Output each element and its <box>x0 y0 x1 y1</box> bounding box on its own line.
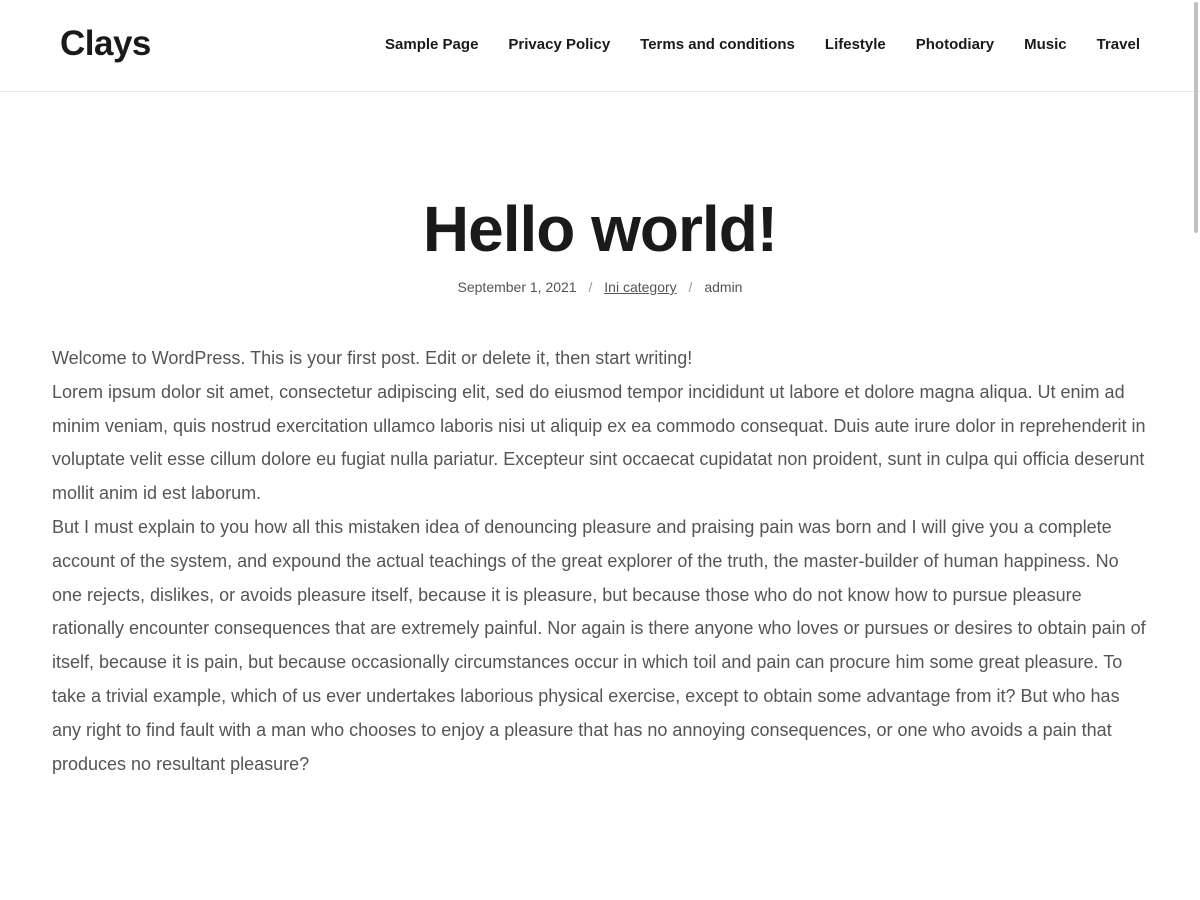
post-date[interactable]: September 1, 2021 <box>458 279 577 295</box>
meta-separator: / <box>688 279 693 295</box>
post-author[interactable]: admin <box>704 279 742 295</box>
nav-music[interactable]: Music <box>1024 36 1067 53</box>
paragraph: Lorem ipsum dolor sit amet, consectetur … <box>52 381 1146 504</box>
nav-privacy-policy[interactable]: Privacy Policy <box>508 36 610 53</box>
meta-separator: / <box>588 279 593 295</box>
site-logo[interactable]: Clays <box>60 24 151 64</box>
nav-travel[interactable]: Travel <box>1097 36 1140 53</box>
nav-sample-page[interactable]: Sample Page <box>385 36 478 53</box>
main-nav: Sample Page Privacy Policy Terms and con… <box>385 36 1140 53</box>
site-header: Clays Sample Page Privacy Policy Terms a… <box>0 0 1200 92</box>
paragraph: Welcome to WordPress. This is your first… <box>52 348 693 368</box>
nav-photodiary[interactable]: Photodiary <box>916 36 994 53</box>
post-meta: September 1, 2021 / Ini category / admin <box>0 279 1200 295</box>
post-title: Hello world! <box>422 193 778 265</box>
post-category-link[interactable]: Ini category <box>604 279 676 295</box>
nav-lifestyle[interactable]: Lifestyle <box>825 36 886 53</box>
post-content: Welcome to WordPress. This is your first… <box>52 342 1152 781</box>
paragraph: But I must explain to you how all this m… <box>52 516 1146 774</box>
nav-terms[interactable]: Terms and conditions <box>640 36 795 53</box>
scrollbar-thumb[interactable] <box>1194 2 1198 233</box>
